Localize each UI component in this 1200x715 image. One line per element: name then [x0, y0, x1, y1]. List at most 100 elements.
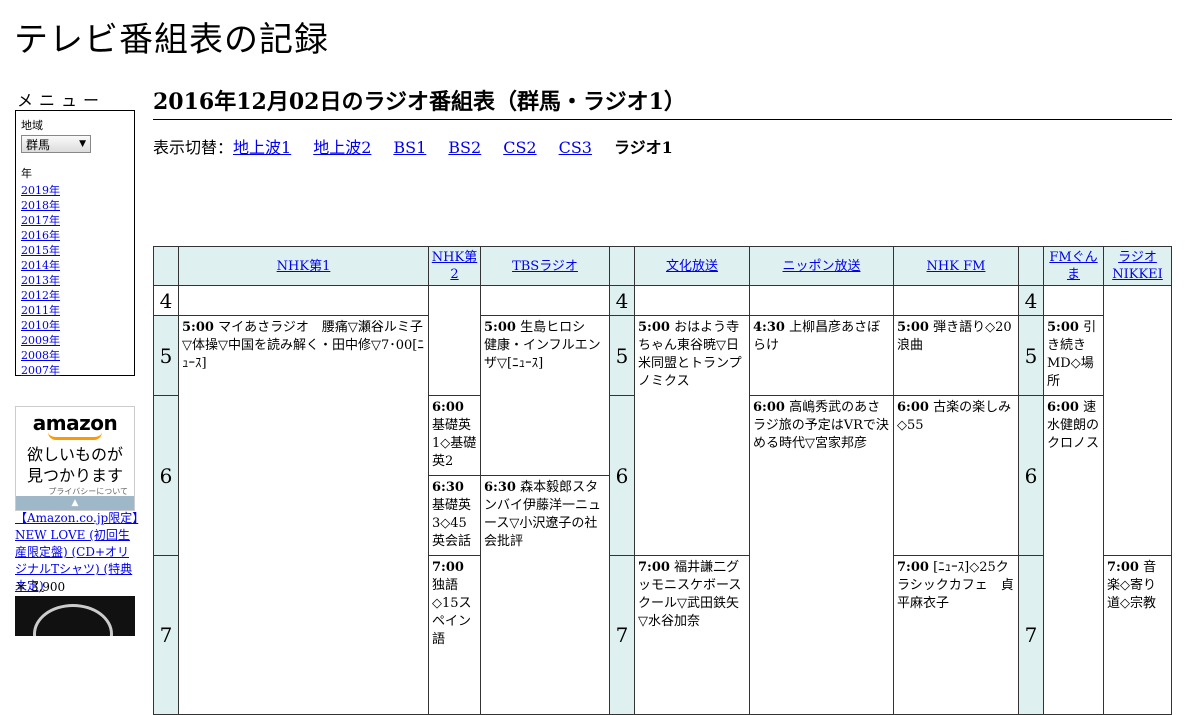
program-cell[interactable]: 5:00 引き続きMD◇場所 — [1043, 315, 1104, 396]
program-cell[interactable]: 7:00 音楽◇寄り道◇宗教 — [1103, 555, 1172, 715]
program-cell[interactable]: 7:00 [ﾆｭｰｽ]◇25クラシックカフェ 貞平麻衣子 — [893, 555, 1019, 715]
amazon-logo: amazon — [32, 411, 118, 435]
tab-cs2[interactable]: CS2 — [503, 138, 536, 157]
program-time: 6:00 — [1047, 400, 1079, 415]
menu-heading: メニュー — [17, 91, 106, 110]
station-header-nhk1: NHK第1 — [178, 246, 429, 286]
hour-label: 4 — [1018, 285, 1044, 316]
page-title: 2016年12月02日のラジオ番組表（群馬・ラジオ1） — [153, 84, 1172, 120]
hour-label: 5 — [1018, 315, 1044, 396]
program-cell[interactable]: 5:00 弾き語り◇20浪曲 — [893, 315, 1019, 396]
ad-product-image[interactable] — [15, 596, 135, 636]
ad-price: ￥ 3,900 — [15, 580, 66, 594]
program-cell[interactable]: 6:30 基礎英3◇45英会話 — [428, 475, 481, 556]
program-time: 5:00 — [1047, 320, 1079, 335]
year-link-2009[interactable]: 2009年 — [21, 333, 129, 348]
program-cell[interactable]: 6:00 高嶋秀武のあさラジ旅の予定はVRで決める時代▽宮家邦彦 — [749, 395, 894, 715]
year-link-2007[interactable]: 2007年 — [21, 363, 129, 378]
year-link-2008[interactable]: 2008年 — [21, 348, 129, 363]
program-title: 独語◇15スペイン語 — [432, 578, 472, 647]
ad-image-graphic — [33, 604, 113, 636]
switch-label: 表示切替： — [153, 138, 234, 157]
program-time: 6:30 — [432, 480, 464, 495]
year-list: 2019年 2018年 2017年 2016年 2015年 2014年 2013… — [21, 183, 129, 378]
year-link-2015[interactable]: 2015年 — [21, 243, 129, 258]
year-link-2014[interactable]: 2014年 — [21, 258, 129, 273]
tab-bs1[interactable]: BS1 — [393, 138, 426, 157]
site-title: テレビ番組表の記録 — [14, 20, 329, 60]
tab-bs2[interactable]: BS2 — [448, 138, 481, 157]
program-time: 6:00 — [897, 400, 929, 415]
station-link-nhk2[interactable]: NHK第2 — [431, 249, 478, 283]
program-time: 6:00 — [753, 400, 785, 415]
amazon-ad-banner[interactable]: amazon 欲しいものが 見つかります プライバシーについて ▲ — [15, 406, 135, 511]
station-link-nhk1[interactable]: NHK第1 — [277, 258, 331, 275]
year-link-2012[interactable]: 2012年 — [21, 288, 129, 303]
program-cell[interactable]: 6:30 森本毅郎スタンバイ伊藤洋一ニュース▽小沢遼子の社会批評 — [480, 475, 610, 715]
hour-label: 6 — [1018, 395, 1044, 556]
ad-tagline-2: 見つかります — [26, 466, 123, 485]
program-time: 5:00 — [638, 320, 670, 335]
program-slot-empty — [1043, 285, 1104, 316]
program-cell[interactable]: 5:00 マイあさラジオ 腰痛▽瀬谷ルミ子▽体操▽中国を読み解く・田中修▽7･0… — [178, 315, 429, 715]
program-slot-empty — [178, 285, 429, 316]
year-link-2011[interactable]: 2011年 — [21, 303, 129, 318]
program-slot-empty — [634, 285, 750, 316]
station-link-nippon[interactable]: ニッポン放送 — [782, 258, 860, 275]
program-slot-empty — [893, 285, 1019, 316]
station-header-fmgunma: FMぐんま — [1043, 246, 1104, 286]
region-value: 群馬 — [26, 137, 51, 152]
header-hour-spacer-1 — [609, 246, 635, 286]
station-link-nhkfm[interactable]: NHK FM — [927, 258, 986, 275]
station-link-fmgunma[interactable]: FMぐんま — [1046, 249, 1101, 283]
year-link-2016[interactable]: 2016年 — [21, 228, 129, 243]
program-time: 5:00 — [897, 320, 929, 335]
year-link-2013[interactable]: 2013年 — [21, 273, 129, 288]
display-switcher: 表示切替：地上波1 地上波2 BS1 BS2 CS2 CS3 ラジオ1 — [153, 134, 673, 158]
year-link-2018[interactable]: 2018年 — [21, 198, 129, 213]
program-cell[interactable]: 6:00 基礎英1◇基礎英2 — [428, 395, 481, 476]
hour-label: 7 — [1018, 555, 1044, 715]
program-slot-empty — [749, 285, 894, 316]
station-link-bunka[interactable]: 文化放送 — [666, 258, 718, 275]
hour-label: 4 — [609, 285, 635, 316]
hour-label: 4 — [153, 285, 179, 316]
program-slot-empty — [428, 285, 481, 396]
year-label: 年 — [21, 167, 32, 180]
program-cell[interactable]: 7:00 独語◇15スペイン語 — [428, 555, 481, 715]
hour-label: 6 — [153, 395, 179, 556]
year-link-2019[interactable]: 2019年 — [21, 183, 129, 198]
region-select[interactable]: 群馬 ▼ — [21, 135, 91, 153]
program-time: 6:30 — [484, 480, 516, 495]
program-time: 7:00 — [1107, 560, 1139, 575]
station-header-nippon: ニッポン放送 — [749, 246, 894, 286]
program-cell[interactable]: 5:00 生島ヒロシ 健康・インフルエンザ▽[ﾆｭｰｽ] — [480, 315, 610, 476]
tab-cs3[interactable]: CS3 — [559, 138, 592, 157]
tab-terrestrial-2[interactable]: 地上波2 — [313, 138, 371, 157]
hour-label: 7 — [153, 555, 179, 715]
station-link-tbs[interactable]: TBSラジオ — [512, 258, 578, 275]
program-title: マイあさラジオ 腰痛▽瀬谷ルミ子▽体操▽中国を読み解く・田中修▽7･00[ﾆｭｰ… — [182, 320, 424, 371]
station-link-nikkei[interactable]: ラジオNIKKEI — [1106, 249, 1169, 283]
program-cell[interactable]: 6:00 古楽の楽しみ◇55 — [893, 395, 1019, 556]
program-cell[interactable]: 7:00 福井謙二グッモニスケボースクール▽武田鉄矢▽水谷加奈 — [634, 555, 750, 715]
program-slot-empty — [480, 285, 610, 316]
program-title: 基礎英3◇45英会話 — [432, 498, 472, 549]
program-time: 7:00 — [897, 560, 929, 575]
hour-label: 5 — [153, 315, 179, 396]
chevron-up-icon[interactable]: ▲ — [16, 496, 134, 510]
station-header-bunka: 文化放送 — [634, 246, 750, 286]
station-header-tbs: TBSラジオ — [480, 246, 610, 286]
program-slot-empty — [1103, 285, 1172, 556]
station-header-nikkei: ラジオNIKKEI — [1103, 246, 1172, 286]
program-title: 基礎英1◇基礎英2 — [432, 418, 477, 469]
program-cell[interactable]: 5:00 おはよう寺ちゃん東谷暁▽日米同盟とトランプノミクス — [634, 315, 750, 556]
program-cell[interactable]: 6:00 速水健朗のクロノス — [1043, 395, 1104, 715]
ad-tagline-1: 欲しいものが — [26, 445, 123, 464]
station-header-nhkfm: NHK FM — [893, 246, 1019, 286]
tab-terrestrial-1[interactable]: 地上波1 — [233, 138, 291, 157]
program-time: 4:30 — [753, 320, 785, 335]
program-cell[interactable]: 4:30 上柳昌彦あさぼらけ — [749, 315, 894, 396]
year-link-2017[interactable]: 2017年 — [21, 213, 129, 228]
year-link-2010[interactable]: 2010年 — [21, 318, 129, 333]
